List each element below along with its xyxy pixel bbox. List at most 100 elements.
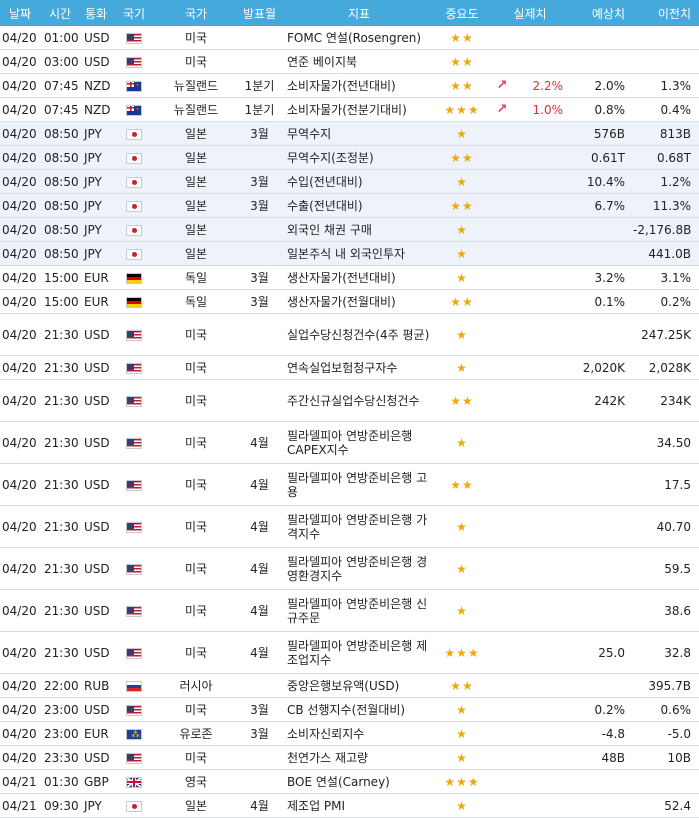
table-row[interactable]: 04/20 23:00 USD 미국 3월 CB 선행지수(전월대비) ★ 0.2% 0.6% [0, 697, 699, 722]
indicator-cell: 실업수당신청건수(4주 평균) [283, 313, 435, 356]
header-currency[interactable]: 통화 [80, 0, 112, 26]
table-row[interactable]: 04/20 08:50 JPY 일본 외국인 채권 구매 ★ -2,176.8B [0, 217, 699, 242]
indicator-cell: 일본주식 내 외국인투자 [283, 241, 435, 266]
currency-cell: JPY [80, 193, 112, 218]
table-row[interactable]: 04/20 08:50 JPY 일본 3월 수출(전년대비) ★★ 6.7% 11.3% [0, 193, 699, 218]
previous-cell: 441.0B [633, 241, 699, 266]
header-actual[interactable]: 실제치 [489, 0, 571, 26]
actual-cell [515, 145, 571, 170]
table-row[interactable]: 04/20 22:00 RUB 러시아 중앙은행보유액(USD) ★★ 395.7B [0, 673, 699, 698]
table-row[interactable]: 04/20 21:30 USD 미국 실업수당신청건수(4주 평균) ★ 247.25K [0, 313, 699, 356]
previous-cell: 34.50 [633, 421, 699, 464]
time-cell: 23:00 [40, 721, 80, 746]
table-row[interactable]: 04/20 21:30 USD 미국 4월 필라델피아 연방준비은행 신규주문 ★ 38.6 [0, 589, 699, 632]
forecast-cell: 2.0% [571, 73, 633, 98]
date-cell: 04/20 [0, 547, 40, 590]
header-importance[interactable]: 중요도 [435, 0, 489, 26]
date-cell: 04/20 [0, 193, 40, 218]
indicator-cell: 필라델피아 연방준비은행 경영환경지수 [283, 547, 435, 590]
country-cell: 일본 [156, 193, 236, 218]
indicator-cell: 연속실업보험청구자수 [283, 355, 435, 380]
header-forecast[interactable]: 예상치 [571, 0, 633, 26]
flag-cell [112, 673, 156, 698]
forecast-cell [571, 547, 633, 590]
table-row[interactable]: 04/20 15:00 EUR 독일 3월 생산자물가(전년대비) ★ 3.2% 3.1% [0, 265, 699, 290]
table-row[interactable]: 04/20 21:30 USD 미국 4월 필라델피아 연방준비은행 경영환경지수 ★ 59.… [0, 547, 699, 590]
currency-cell: USD [80, 421, 112, 464]
previous-cell: 813B [633, 121, 699, 146]
forecast-cell: 0.8% [571, 97, 633, 122]
forecast-cell [571, 241, 633, 266]
release-month-cell [236, 313, 283, 356]
header-flag[interactable]: 국기 [112, 0, 156, 26]
table-row[interactable]: 04/20 21:30 USD 미국 연속실업보험청구자수 ★ 2,020K 2,028K [0, 355, 699, 380]
release-month-cell: 3월 [236, 193, 283, 218]
table-row[interactable]: 04/20 21:30 USD 미국 4월 필라델피아 연방준비은행 고용 ★★ 17.5 [0, 463, 699, 506]
table-row[interactable]: 04/20 01:00 USD 미국 FOMC 연설(Rosengren) ★★ [0, 26, 699, 50]
flag-cell [112, 97, 156, 122]
table-row[interactable]: 04/20 21:30 USD 미국 4월 필라델피아 연방준비은행 제조업지수 ★★★ 25… [0, 631, 699, 674]
header-release-month[interactable]: 발표월 [236, 0, 283, 26]
header-country[interactable]: 국가 [156, 0, 236, 26]
table-row[interactable]: 04/20 21:30 USD 미국 주간신규실업수당신청건수 ★★ 242K 234K [0, 379, 699, 422]
time-cell: 23:00 [40, 697, 80, 722]
flag-us-icon [126, 395, 142, 407]
indicator-cell: 외국인 채권 구매 [283, 217, 435, 242]
table-row[interactable]: 04/2023:00EUR 유로존3월소비자신뢰지수★ -4.8-5.0 [0, 721, 699, 746]
currency-cell: USD [80, 589, 112, 632]
country-cell: 미국 [156, 26, 236, 50]
importance-stars: ★★★ [435, 97, 489, 122]
table-row[interactable]: 04/20 23:30 USD 미국 천연가스 재고량 ★ 48B 10B [0, 745, 699, 770]
actual-cell [515, 265, 571, 290]
trend-cell [489, 265, 515, 290]
indicator-cell: 소비자물가(전분기대비) [283, 97, 435, 122]
trend-cell [489, 169, 515, 194]
date-cell: 04/20 [0, 505, 40, 548]
header-indicator[interactable]: 지표 [283, 0, 435, 26]
release-month-cell: 4월 [236, 421, 283, 464]
previous-cell: 0.2% [633, 289, 699, 314]
table-row[interactable]: 04/2007:45NZD 뉴질랜드1분기소비자물가(전년대비)★★ ↗ 2.2%2.… [0, 73, 699, 98]
previous-cell: 234K [633, 379, 699, 422]
importance-stars: ★ [435, 265, 489, 290]
flag-cell [112, 49, 156, 74]
actual-cell: 1.0% [515, 97, 571, 122]
forecast-cell [571, 505, 633, 548]
table-row[interactable]: 04/20 03:00 USD 미국 연준 베이지북 ★★ [0, 49, 699, 74]
table-row[interactable]: 04/20 08:50 JPY 일본 3월 수입(전년대비) ★ 10.4% 1.2% [0, 169, 699, 194]
table-row[interactable]: 04/20 08:50 JPY 일본 일본주식 내 외국인투자 ★ 441.0B [0, 241, 699, 266]
indicator-cell: 소비자물가(전년대비) [283, 73, 435, 98]
header-time[interactable]: 시간 [40, 0, 80, 26]
table-row[interactable]: 04/20 15:00 EUR 독일 3월 생산자물가(전월대비) ★★ 0.1% 0.2% [0, 289, 699, 314]
country-cell: 러시아 [156, 673, 236, 698]
importance-stars: ★ [435, 355, 489, 380]
importance-stars: ★★ [435, 463, 489, 506]
release-month-cell: 3월 [236, 721, 283, 746]
indicator-cell: 소비자신뢰지수 [283, 721, 435, 746]
table-row[interactable]: 04/20 08:50 JPY 일본 3월 무역수지 ★ 576B 813B [0, 121, 699, 146]
date-cell: 04/20 [0, 49, 40, 74]
flag-us-icon [126, 32, 142, 44]
date-cell: 04/20 [0, 421, 40, 464]
importance-stars: ★★ [435, 73, 489, 98]
table-row[interactable]: 04/21 09:30 JPY 일본 4월 제조업 PMI ★ 52.4 [0, 793, 699, 818]
flag-de-icon [126, 296, 142, 308]
importance-stars: ★ [435, 313, 489, 356]
table-row[interactable]: 04/2007:45NZD 뉴질랜드1분기소비자물가(전분기대비)★★★ ↗ 1.0%… [0, 97, 699, 122]
date-cell: 04/20 [0, 631, 40, 674]
forecast-cell: 48B [571, 745, 633, 770]
header-previous[interactable]: 이전치 [633, 0, 699, 26]
date-cell: 04/20 [0, 589, 40, 632]
time-cell: 15:00 [40, 265, 80, 290]
date-cell: 04/20 [0, 121, 40, 146]
flag-us-icon [126, 563, 142, 575]
previous-cell: 0.4% [633, 97, 699, 122]
release-month-cell [236, 355, 283, 380]
previous-cell: 1.3% [633, 73, 699, 98]
table-row[interactable]: 04/20 21:30 USD 미국 4월 필라델피아 연방준비은행 CAPEX지수 ★ 34… [0, 421, 699, 464]
forecast-cell: 0.61T [571, 145, 633, 170]
table-row[interactable]: 04/20 21:30 USD 미국 4월 필라델피아 연방준비은행 가격지수 ★ 40.70 [0, 505, 699, 548]
table-row[interactable]: 04/20 08:50 JPY 일본 무역수지(조정분) ★★ 0.61T 0.68T [0, 145, 699, 170]
header-date[interactable]: 날짜 [0, 0, 40, 26]
table-row[interactable]: 04/21 01:30 GBP 영국 BOE 연설(Carney) ★★★ [0, 769, 699, 794]
